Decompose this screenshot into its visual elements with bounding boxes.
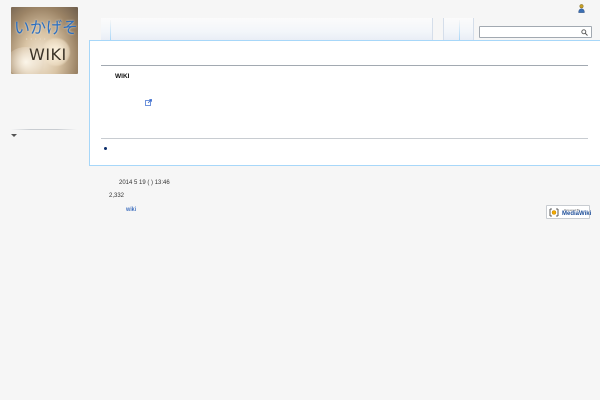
user-icon[interactable]	[578, 4, 585, 13]
namespace-tabs[interactable]	[101, 18, 433, 40]
sidebar-divider	[11, 129, 77, 130]
tab-divider	[110, 20, 111, 40]
tab-divider	[459, 20, 460, 40]
page-views: 2,332	[109, 193, 125, 199]
external-link-icon[interactable]	[145, 99, 152, 106]
view-tabs[interactable]	[443, 18, 474, 40]
search-icon[interactable]	[581, 29, 588, 36]
content-area	[89, 40, 600, 166]
site-logo[interactable]: いかげそ • • • • • WIKI	[11, 7, 78, 74]
search-input[interactable]	[479, 26, 592, 38]
chevron-down-icon[interactable]	[11, 134, 17, 137]
section-rule	[101, 138, 588, 139]
logo-wiki-text: WIKI	[29, 45, 67, 64]
badge-mediawiki: MediaWiki	[562, 211, 592, 217]
footer-link[interactable]: wiki	[126, 207, 136, 213]
heading-rule	[101, 65, 588, 66]
mediawiki-logo-icon	[549, 208, 559, 217]
logo-dots: • • • • •	[26, 36, 47, 41]
last-modified: 2014 5 19 ( ) 13:46	[119, 180, 170, 186]
list-bullet	[104, 147, 107, 150]
powered-by-mediawiki-badge[interactable]: Powered By MediaWiki	[546, 205, 592, 219]
section-heading: WIKI	[115, 73, 130, 80]
logo-title: いかげそ	[14, 18, 78, 37]
